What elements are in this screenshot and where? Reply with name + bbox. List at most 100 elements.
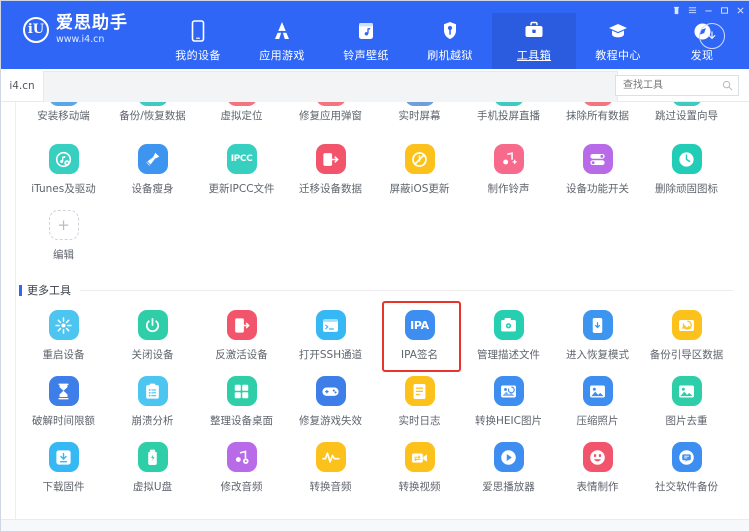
tool-label: 跳过设置向导 [655, 110, 718, 122]
top-tool-item[interactable]: 屏蔽iOS更新 [375, 144, 464, 196]
tool-label: 打开SSH通道 [298, 349, 363, 361]
more-tool-item[interactable]: 压缩照片 [553, 376, 642, 428]
photo-icon [582, 376, 613, 406]
restart-icon [48, 310, 79, 340]
top-tool-item[interactable]: 设备功能开关 [553, 144, 642, 196]
more-tool-item[interactable]: 社交软件备份 [642, 442, 731, 494]
top-tool-item[interactable]: 修复应用弹窗 [286, 102, 375, 132]
audio-edit-icon [226, 442, 257, 472]
tool-label: 进入恢复模式 [566, 349, 629, 361]
top-tool-item[interactable]: iTunes及驱动 [19, 144, 108, 196]
top-tool-item[interactable]: 虚拟定位 [197, 102, 286, 132]
more-tool-item[interactable]: 破解时间限额 [19, 376, 108, 428]
top-tool-item[interactable]: 实时屏幕 [375, 102, 464, 132]
tool-label: 转换HEIC图片 [475, 415, 542, 427]
more-tool-item[interactable]: 下载固件 [19, 442, 108, 494]
more-tool-item[interactable]: 实时日志 [375, 376, 464, 428]
toolbox-content: 安装移动端 备份/恢复数据 虚拟定位 修复应用弹窗 实时屏幕 手机投屏直播 抹除所有数据 跳过… [1, 102, 749, 531]
phone-icon [190, 19, 206, 43]
tool-label: 设备功能开关 [566, 183, 629, 195]
more-tool-item[interactable]: 修改音频 [197, 442, 286, 494]
more-tool-item[interactable]: 整理设备桌面 [197, 376, 286, 428]
more-tool-item[interactable]: 虚拟U盘 [108, 442, 197, 494]
top-tool-item[interactable]: 备份/恢复数据 [108, 102, 197, 132]
bottom-strip [1, 519, 749, 531]
more-tool-item[interactable]: 崩溃分析 [108, 376, 197, 428]
sub-toolbar: i4.cn [1, 69, 749, 102]
location-icon [226, 102, 257, 106]
top-tool-item[interactable]: 手机投屏直播 [464, 102, 553, 132]
more-tool-item[interactable]: 爱思播放器 [464, 442, 553, 494]
tool-label: 爱思播放器 [482, 481, 535, 493]
more-tool-item[interactable]: 表情制作 [553, 442, 642, 494]
search-icon[interactable] [722, 80, 733, 91]
more-tools-grid: 重启设备 关闭设备 反激活设备 打开SSH通道 IPA IPA签名 管理描述文件 进入恢复模式… [1, 298, 749, 508]
tool-label: 表情制作 [576, 481, 619, 493]
brand-url: www.i4.cn [56, 33, 105, 45]
top-tool-item[interactable]: IPCC 更新IPCC文件 [197, 144, 286, 196]
more-tool-item[interactable]: 转换HEIC图片 [464, 376, 553, 428]
tool-label: 下载固件 [42, 481, 85, 493]
nav-item-my-device[interactable]: 我的设备 [156, 13, 240, 69]
top-tool-item[interactable]: 安装移动端 [19, 102, 108, 132]
grid-icon [226, 376, 257, 406]
tool-label: 备份引导区数据 [649, 349, 724, 361]
apps-icon [271, 19, 293, 43]
nav-item-tutorial-center[interactable]: 教程中心 [576, 13, 660, 69]
top-tool-item[interactable]: 跳过设置向导 [642, 102, 731, 132]
edit-label: 编辑 [53, 249, 74, 261]
more-tool-item[interactable]: 转换视频 [375, 442, 464, 494]
nav-label: 教程中心 [595, 49, 641, 62]
more-tool-item[interactable]: 进入恢复模式 [553, 310, 642, 362]
tool-label: 关闭设备 [131, 349, 174, 361]
tool-label: 转换视频 [398, 481, 441, 493]
migrate-icon [315, 144, 346, 174]
download-mobile-icon [48, 102, 79, 106]
nav-item-apps-games[interactable]: 应用游戏 [240, 13, 324, 69]
more-tool-item[interactable]: 修复游戏失效 [286, 376, 375, 428]
search-box[interactable] [615, 75, 739, 96]
music-box-icon [356, 19, 376, 43]
more-tool-item[interactable]: 图片去重 [642, 376, 731, 428]
more-tool-item[interactable]: 备份引导区数据 [642, 310, 731, 362]
download-arrow-icon[interactable] [699, 23, 725, 49]
more-tool-item[interactable]: 关闭设备 [108, 310, 197, 362]
top-tool-item[interactable]: 制作铃声 [464, 144, 553, 196]
firmware-download-icon [48, 442, 79, 472]
more-tool-item[interactable]: IPA IPA签名 [375, 301, 464, 372]
section-title: 更多工具 [27, 284, 71, 297]
i4-assistant-window: iU 爱思助手 www.i4.cn 我的设备 应用游戏 铃声壁纸 刷机越狱 工具… [0, 0, 750, 532]
tool-label: 更新IPCC文件 [208, 183, 275, 195]
tool-label: 设备瘦身 [131, 183, 174, 195]
backup-icon [137, 102, 168, 106]
more-tool-item[interactable]: 打开SSH通道 [286, 310, 375, 362]
gamepad-icon [315, 376, 346, 406]
deactivate-icon [226, 310, 257, 340]
tool-label: 虚拟U盘 [132, 481, 173, 493]
tool-label: iTunes及驱动 [31, 183, 96, 195]
more-tool-item[interactable]: 反激活设备 [197, 310, 286, 362]
plus-icon: + [48, 210, 79, 240]
more-tool-item[interactable]: 重启设备 [19, 310, 108, 362]
boot-backup-icon [671, 310, 702, 340]
nav-item-toolbox[interactable]: 工具箱 [492, 13, 576, 69]
top-tool-item[interactable]: 迁移设备数据 [286, 144, 375, 196]
edit-tools-button[interactable]: + 编辑 [19, 210, 108, 262]
tool-label: 压缩照片 [576, 415, 619, 427]
tool-label: 手机投屏直播 [477, 110, 540, 122]
more-tool-item[interactable]: 转换音频 [286, 442, 375, 494]
nav-item-flash-jailbreak[interactable]: 刷机越狱 [408, 13, 492, 69]
top-tool-item[interactable]: 抹除所有数据 [553, 102, 642, 132]
itunes-gear-icon [48, 144, 79, 174]
nav-item-ringtones-wallpaper[interactable]: 铃声壁纸 [324, 13, 408, 69]
cast-icon [493, 102, 524, 106]
play-icon [493, 442, 524, 472]
tool-label: 管理描述文件 [477, 349, 540, 361]
recovery-icon [582, 310, 613, 340]
more-tool-item[interactable]: 管理描述文件 [464, 310, 553, 362]
top-tool-item[interactable]: 删除顽固图标 [642, 144, 731, 196]
tool-label: 实时屏幕 [398, 110, 441, 122]
search-input[interactable] [621, 79, 721, 92]
ipa-text-icon: IPA [404, 310, 435, 340]
top-tool-item[interactable]: 设备瘦身 [108, 144, 197, 196]
